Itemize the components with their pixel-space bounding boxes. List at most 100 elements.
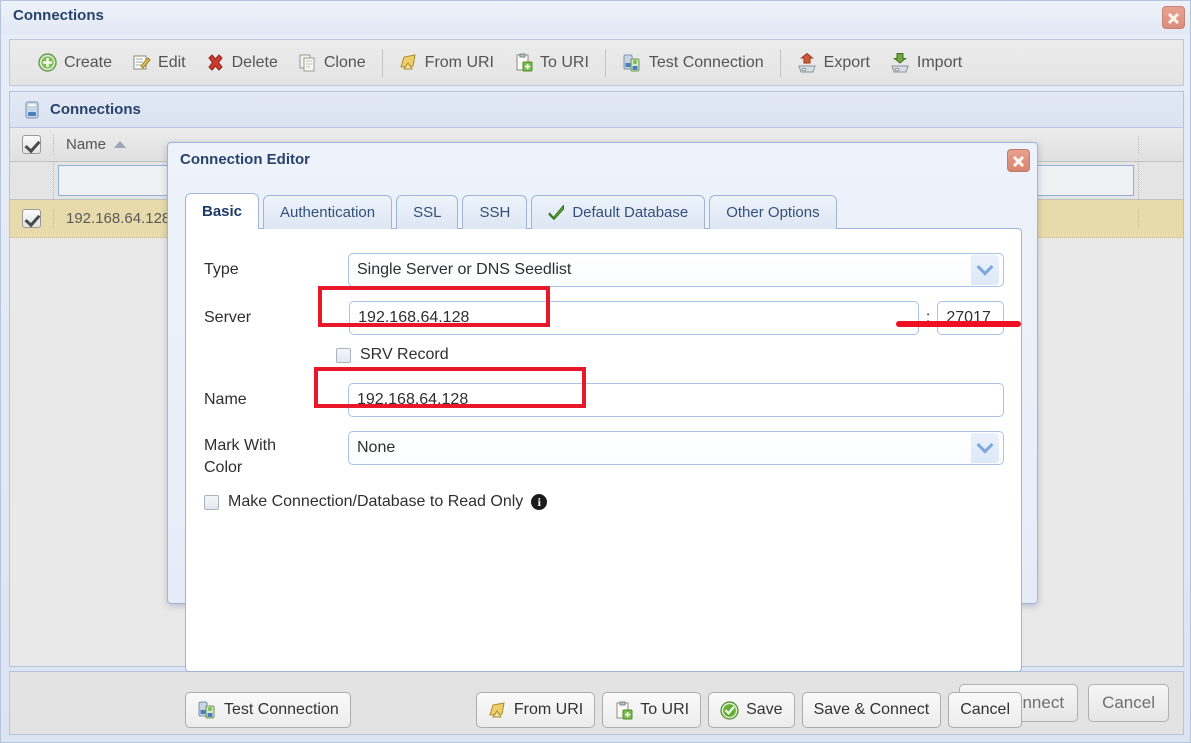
- name-input-value: 192.168.64.128: [357, 391, 469, 408]
- toolbar-clone-label: Clone: [323, 53, 366, 71]
- toolbar-delete-button[interactable]: Delete: [196, 45, 288, 81]
- read-only-label: Make Connection/Database to Read Only: [228, 493, 524, 510]
- toolbar-create-button[interactable]: Create: [28, 45, 122, 81]
- tab-default-database-label: Default Database: [572, 204, 689, 221]
- tab-authentication[interactable]: Authentication: [263, 195, 393, 229]
- dialog-save-button[interactable]: Save: [708, 692, 795, 728]
- form-row-srv: SRV Record: [336, 346, 449, 364]
- dialog-test-connection-label: Test Connection: [224, 701, 339, 718]
- read-only-checkbox[interactable]: [204, 494, 219, 510]
- cancel-button-label: Cancel: [1102, 693, 1155, 712]
- server-input[interactable]: 192.168.64.128: [349, 301, 919, 335]
- toolbar-test-connection-button[interactable]: Test Connection: [612, 45, 774, 81]
- dialog-titlebar: Connection Editor: [168, 143, 1037, 179]
- dialog-footer: Test Connection From URI To URI Save Sav…: [185, 686, 1022, 734]
- filter-spacer-cell: [1139, 162, 1183, 199]
- tab-ssh[interactable]: SSH: [462, 195, 528, 229]
- form-row-readonly: Make Connection/Database to Read Only i: [204, 493, 548, 511]
- name-input[interactable]: 192.168.64.128: [348, 383, 1004, 417]
- mark-color-select[interactable]: None: [348, 431, 1004, 465]
- toolbar-edit-button[interactable]: Edit: [122, 45, 196, 81]
- red-x-icon: [206, 53, 225, 72]
- dialog-cancel-label: Cancel: [960, 701, 1010, 718]
- server-icon: [23, 101, 41, 119]
- srv-record-label: SRV Record: [360, 346, 449, 363]
- copy-page-icon: [298, 53, 317, 72]
- import-uri-icon: [399, 53, 418, 72]
- plus-circle-icon: [38, 53, 57, 72]
- toolbar-from-uri-button[interactable]: From URI: [389, 45, 504, 81]
- toolbar-to-uri-button[interactable]: To URI: [504, 45, 599, 81]
- dialog-from-uri-button[interactable]: From URI: [475, 692, 596, 728]
- toolbar-export-label: Export: [823, 53, 870, 71]
- window-close-button[interactable]: [1162, 6, 1185, 29]
- mark-color-select-value: None: [357, 439, 396, 456]
- name-label: Name: [204, 391, 247, 408]
- tab-ssl[interactable]: SSL: [396, 195, 459, 229]
- tab-default-database[interactable]: Default Database: [531, 195, 706, 229]
- dialog-save-label: Save: [746, 701, 783, 718]
- toolbar-separator-3: [779, 48, 781, 77]
- info-icon[interactable]: i: [531, 494, 548, 510]
- toolbar-delete-label: Delete: [231, 53, 278, 71]
- dialog-from-uri-label: From URI: [513, 701, 584, 718]
- select-all-checkbox-cell[interactable]: [10, 135, 54, 154]
- import-down-icon: [890, 52, 910, 73]
- dialog-test-connection-button[interactable]: Test Connection: [185, 692, 351, 728]
- dialog-tabstrip: Basic Authentication SSL SSH Default Dat…: [185, 193, 1022, 229]
- srv-record-checkbox[interactable]: [336, 347, 351, 363]
- dialog-save-and-connect-button[interactable]: Save & Connect: [801, 692, 942, 728]
- connections-panel-header: Connections: [10, 92, 1183, 128]
- form-row-server: Server 192.168.64.128 : 27017: [204, 301, 1005, 335]
- toolbar-separator: [381, 48, 383, 77]
- cancel-button[interactable]: Cancel: [1088, 684, 1169, 722]
- export-uri-icon-2: [614, 701, 633, 720]
- toolbar-import-button[interactable]: Import: [880, 45, 972, 81]
- toolbar-import-label: Import: [916, 53, 963, 71]
- connection-editor-dialog: Connection Editor Basic Authentication S…: [167, 142, 1038, 728]
- tab-other-options-label: Other Options: [726, 204, 820, 221]
- green-check-circle-icon: [720, 700, 739, 720]
- chevron-down-icon[interactable]: [971, 255, 999, 285]
- green-check-icon: [548, 204, 565, 221]
- type-select-value: Single Server or DNS Seedlist: [357, 261, 572, 278]
- mark-color-label: Mark With Color: [204, 431, 348, 479]
- form-row-mark-color: Mark With Color None: [204, 431, 1004, 479]
- row-checkbox[interactable]: [22, 209, 41, 228]
- window-title: Connections: [13, 7, 104, 24]
- connections-window: Connections Create Edit Delete Clone Fro…: [0, 0, 1191, 743]
- dialog-cancel-button[interactable]: Cancel: [948, 692, 1022, 728]
- sort-ascending-icon: [114, 141, 127, 148]
- server-input-value: 192.168.64.128: [358, 309, 470, 326]
- export-up-icon: [797, 52, 817, 73]
- mark-color-label-line1: Mark With: [204, 437, 276, 454]
- port-input[interactable]: 27017: [937, 301, 1005, 335]
- form-row-name: Name 192.168.64.128: [204, 383, 1004, 417]
- form-row-type: Type Single Server or DNS Seedlist: [204, 253, 1004, 287]
- dialog-to-uri-label: To URI: [640, 701, 690, 718]
- toolbar-clone-button[interactable]: Clone: [288, 45, 376, 81]
- toolbar-create-label: Create: [64, 53, 113, 71]
- tab-basic-label: Basic: [202, 203, 243, 220]
- dialog-title: Connection Editor: [180, 151, 310, 168]
- toolbar-export-button[interactable]: Export: [787, 45, 880, 81]
- toolbar-from-uri-label: From URI: [424, 53, 494, 71]
- server-test-icon-2: [197, 700, 217, 720]
- window-titlebar: Connections: [1, 1, 1190, 34]
- type-select[interactable]: Single Server or DNS Seedlist: [348, 253, 1004, 287]
- toolbar-edit-label: Edit: [158, 53, 186, 71]
- type-label: Type: [204, 261, 239, 278]
- select-all-checkbox[interactable]: [22, 135, 41, 154]
- dialog-to-uri-button[interactable]: To URI: [602, 692, 702, 728]
- import-uri-icon-2: [488, 701, 507, 720]
- edit-note-icon: [132, 53, 151, 72]
- row-checkbox-cell[interactable]: [10, 209, 54, 228]
- chevron-down-icon-2[interactable]: [971, 433, 999, 463]
- dialog-close-button[interactable]: [1007, 149, 1030, 172]
- tab-basic[interactable]: Basic: [185, 193, 260, 229]
- tab-ssl-label: SSL: [413, 204, 442, 221]
- column-header-name-label: Name: [66, 136, 107, 153]
- server-label: Server: [204, 309, 252, 326]
- tab-authentication-label: Authentication: [280, 204, 376, 221]
- tab-other-options[interactable]: Other Options: [709, 195, 837, 229]
